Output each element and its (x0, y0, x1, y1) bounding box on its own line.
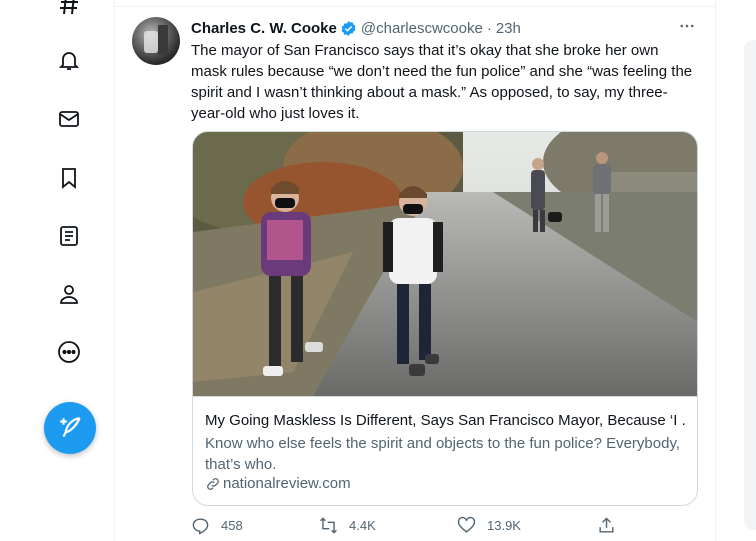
retweet-icon (320, 517, 337, 534)
list-icon[interactable] (56, 223, 82, 249)
profile-icon[interactable] (56, 281, 82, 307)
tweet-text: The mayor of San Francisco says that it’… (191, 42, 693, 122)
bookmark-icon[interactable] (56, 165, 82, 191)
link-icon (207, 477, 219, 490)
feather-plus-icon (60, 417, 81, 438)
like-count: 13.9K (487, 518, 521, 533)
tweet-header: Charles C. W. Cooke @charlescwcooke · 23… (191, 17, 701, 39)
verified-badge-icon (340, 20, 357, 37)
mail-icon[interactable] (56, 106, 82, 132)
compose-tweet-button[interactable] (44, 402, 96, 454)
reply-count: 458 (221, 518, 243, 533)
tweet-actions: 458 4.4K 13.9K (191, 516, 691, 540)
heart-icon (457, 516, 476, 533)
author-avatar[interactable] (132, 17, 180, 65)
card-title: My Going Maskless Is Different, Says San… (205, 412, 685, 429)
share-button[interactable] (597, 516, 627, 535)
bell-icon[interactable] (56, 47, 82, 73)
timeline-column: Charles C. W. Cooke @charlescwcooke · 23… (114, 0, 716, 541)
divider (115, 6, 715, 7)
article-photo (193, 132, 697, 396)
more-circle-icon[interactable] (56, 339, 82, 365)
retweet-count: 4.4K (349, 518, 376, 533)
more-options-icon[interactable] (675, 14, 699, 38)
tweet-timestamp[interactable]: 23h (496, 20, 521, 37)
retweet-button[interactable]: 4.4K (319, 516, 376, 535)
separator: · (486, 19, 492, 37)
sidebar-edge (744, 40, 756, 530)
author-handle[interactable]: @charlescwcooke (361, 20, 483, 37)
link-card[interactable]: My Going Maskless Is Different, Says San… (192, 131, 698, 506)
reply-button[interactable]: 458 (191, 516, 243, 535)
like-button[interactable]: 13.9K (457, 516, 521, 535)
side-navigation (0, 0, 115, 541)
share-icon (599, 517, 614, 533)
card-domain: nationalreview.com (205, 475, 351, 492)
reply-icon (192, 518, 209, 535)
card-domain-text: nationalreview.com (223, 475, 351, 492)
card-description: Know who else feels the spirit and objec… (205, 435, 680, 473)
hashtag-icon[interactable] (56, 0, 82, 18)
divider (193, 396, 697, 397)
author-name[interactable]: Charles C. W. Cooke (191, 20, 337, 37)
